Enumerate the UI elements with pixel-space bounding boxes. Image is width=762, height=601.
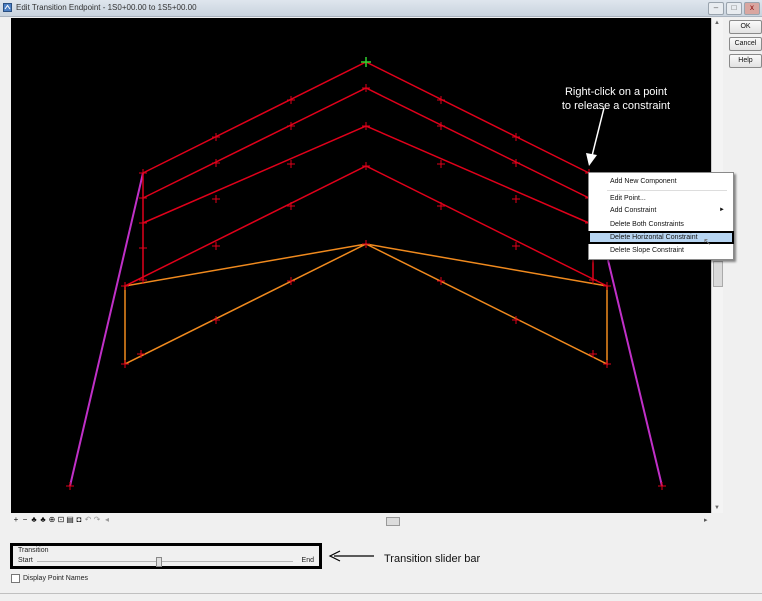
display-point-names-checkbox[interactable] bbox=[11, 574, 20, 583]
transition-slider-handle[interactable] bbox=[156, 557, 162, 567]
submenu-arrow-icon: ► bbox=[719, 207, 725, 213]
fit-icon[interactable]: ⊡ bbox=[57, 515, 65, 524]
slider-caption: Transition slider bar bbox=[384, 553, 481, 565]
apex-point[interactable] bbox=[361, 57, 371, 67]
minimize-button[interactable]: – bbox=[708, 2, 724, 15]
scroll-thumb[interactable] bbox=[713, 261, 723, 287]
title-bar: Edit Transition Endpoint - 1S0+00.00 to … bbox=[0, 0, 762, 17]
constraint-point[interactable] bbox=[437, 202, 445, 210]
constraint-point[interactable] bbox=[512, 242, 520, 250]
layer-lines bbox=[124, 61, 608, 287]
maximize-button[interactable]: □ bbox=[726, 2, 742, 15]
context-menu: Add New Component Edit Point... Add Cons… bbox=[588, 172, 734, 260]
window-title: Edit Transition Endpoint - 1S0+00.00 to … bbox=[16, 3, 197, 12]
constraint-point[interactable] bbox=[287, 160, 295, 168]
undo-icon[interactable]: ↶ bbox=[84, 515, 92, 524]
constraint-point[interactable] bbox=[362, 162, 370, 170]
transition-start-label: Start bbox=[18, 557, 33, 564]
side-slope-lines bbox=[69, 172, 663, 487]
grid-icon[interactable]: ▤ bbox=[66, 515, 74, 524]
transition-group: Transition Start End bbox=[10, 543, 322, 569]
callout-line-1: Right-click on a point bbox=[564, 86, 668, 98]
app-icon bbox=[3, 3, 12, 12]
add-icon[interactable]: + bbox=[12, 515, 20, 524]
constraint-point[interactable] bbox=[139, 169, 147, 177]
transition-slider-track[interactable] bbox=[37, 561, 293, 562]
constraint-point[interactable] bbox=[603, 282, 611, 290]
menu-item-add-constraint[interactable]: Add Constraint ► bbox=[589, 205, 733, 216]
point-icon[interactable]: ♣ bbox=[30, 515, 38, 524]
vertical-scrollbar[interactable]: ▲ ▼ bbox=[711, 18, 723, 513]
callout-text: Right-click on a point to release a cons… bbox=[551, 85, 681, 113]
display-point-names-label: Display Point Names bbox=[23, 575, 88, 582]
constraint-point[interactable] bbox=[437, 160, 445, 168]
constraint-point[interactable] bbox=[512, 133, 520, 141]
constraint-point[interactable] bbox=[66, 482, 74, 490]
horizontal-scroll-thumb[interactable] bbox=[386, 517, 400, 526]
scroll-left-icon[interactable]: ◂ bbox=[103, 515, 111, 524]
transition-end-label: End bbox=[301, 557, 314, 564]
template-canvas[interactable]: Right-click on a point to release a cons… bbox=[11, 18, 711, 513]
constraint-point[interactable] bbox=[658, 482, 666, 490]
divider bbox=[0, 593, 762, 594]
constraint-points[interactable] bbox=[66, 84, 666, 490]
menu-item-delete-both-constraints[interactable]: Delete Both Constraints bbox=[589, 219, 733, 230]
remove-icon[interactable]: − bbox=[21, 515, 29, 524]
constraint-point[interactable] bbox=[287, 202, 295, 210]
constraint-point[interactable] bbox=[121, 360, 129, 368]
scroll-up-icon[interactable]: ▲ bbox=[714, 20, 720, 26]
close-button[interactable]: x bbox=[744, 2, 760, 15]
menu-item-add-new-component[interactable]: Add New Component bbox=[589, 176, 733, 187]
menu-item-label: Add Constraint bbox=[610, 207, 657, 214]
move-icon[interactable]: ♣ bbox=[39, 515, 47, 524]
constraint-point[interactable] bbox=[212, 133, 220, 141]
constraint-point[interactable] bbox=[362, 240, 370, 248]
constraint-point[interactable] bbox=[603, 360, 611, 368]
menu-item-edit-point[interactable]: Edit Point... bbox=[589, 193, 733, 204]
constraint-point[interactable] bbox=[362, 122, 370, 130]
constraint-point[interactable] bbox=[512, 195, 520, 203]
ok-button[interactable]: OK bbox=[729, 20, 762, 34]
help-button[interactable]: Help bbox=[729, 54, 762, 68]
scroll-right-icon[interactable]: ▸ bbox=[704, 516, 708, 524]
constraint-point[interactable] bbox=[139, 244, 147, 252]
redo-icon[interactable]: ↷ bbox=[93, 515, 101, 524]
constraint-point[interactable] bbox=[139, 194, 147, 202]
constraint-point[interactable] bbox=[212, 242, 220, 250]
transition-group-title: Transition bbox=[18, 547, 49, 554]
scroll-down-icon[interactable]: ▼ bbox=[714, 505, 720, 511]
constraint-point[interactable] bbox=[212, 195, 220, 203]
constraint-point[interactable] bbox=[287, 277, 295, 285]
menu-item-delete-slope-constraint[interactable]: Delete Slope Constraint bbox=[589, 245, 733, 256]
constraint-point[interactable] bbox=[437, 277, 445, 285]
constraint-point[interactable] bbox=[139, 219, 147, 227]
zoom-icon[interactable]: ⊕ bbox=[48, 515, 56, 524]
pointer-cursor-icon: ↖ bbox=[703, 237, 712, 248]
constraint-point[interactable] bbox=[589, 350, 597, 358]
constraint-point[interactable] bbox=[121, 282, 129, 290]
display-point-names-option[interactable]: Display Point Names bbox=[11, 574, 88, 583]
cancel-button[interactable]: Cancel bbox=[729, 37, 762, 51]
drawing-toolbar: + − ♣ ♣ ⊕ ⊡ ▤ ◘ ↶ ↷ ◂ bbox=[11, 514, 723, 526]
base-component bbox=[124, 243, 608, 366]
menu-item-delete-horizontal-constraint[interactable]: Delete Horizontal Constraint bbox=[588, 231, 734, 244]
callout-line-2: to release a constraint bbox=[561, 100, 671, 112]
menu-separator bbox=[607, 190, 727, 191]
constraint-point[interactable] bbox=[362, 84, 370, 92]
slider-callout-arrow-icon bbox=[328, 550, 374, 562]
view-icon[interactable]: ◘ bbox=[75, 515, 83, 524]
